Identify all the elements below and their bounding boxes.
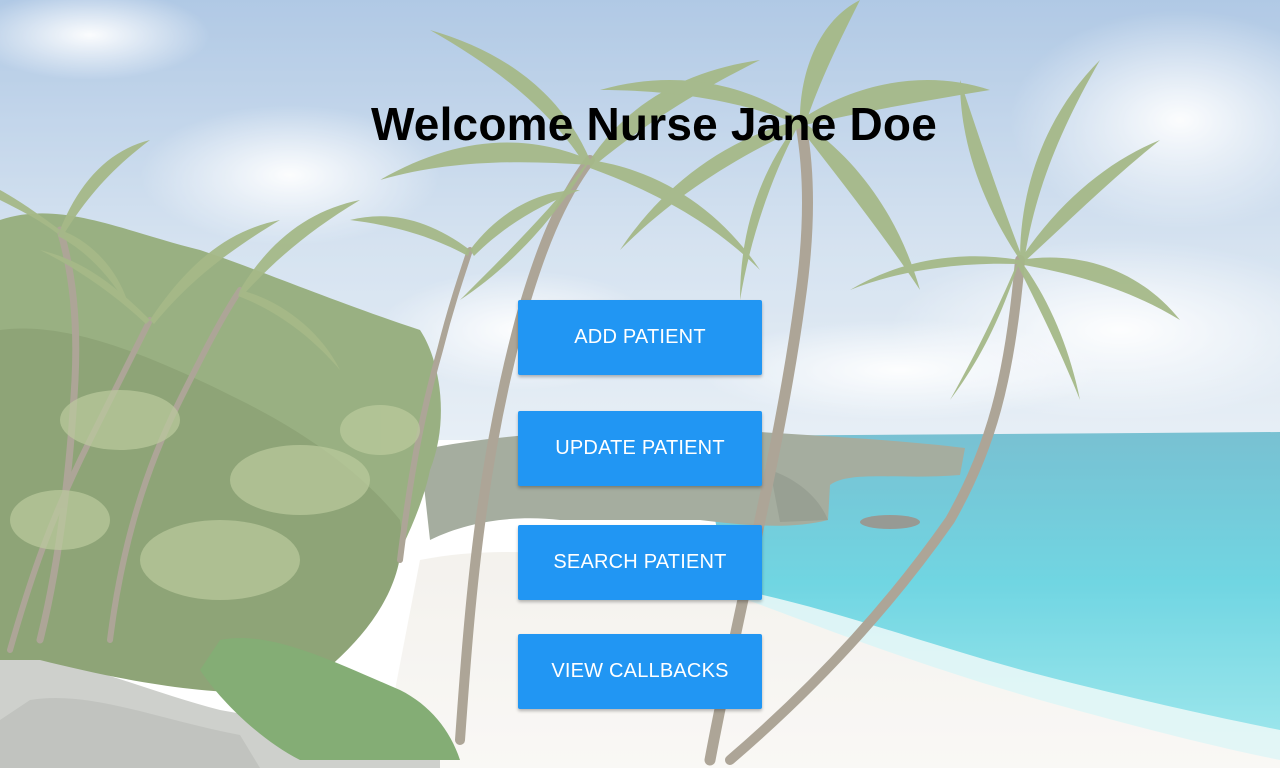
view-callbacks-button[interactable]: VIEW CALLBACKS <box>518 634 762 709</box>
update-patient-button[interactable]: UPDATE PATIENT <box>518 411 762 486</box>
page-title: Welcome Nurse Jane Doe <box>371 98 937 150</box>
search-patient-button[interactable]: SEARCH PATIENT <box>518 525 762 600</box>
add-patient-button[interactable]: ADD PATIENT <box>518 300 762 375</box>
